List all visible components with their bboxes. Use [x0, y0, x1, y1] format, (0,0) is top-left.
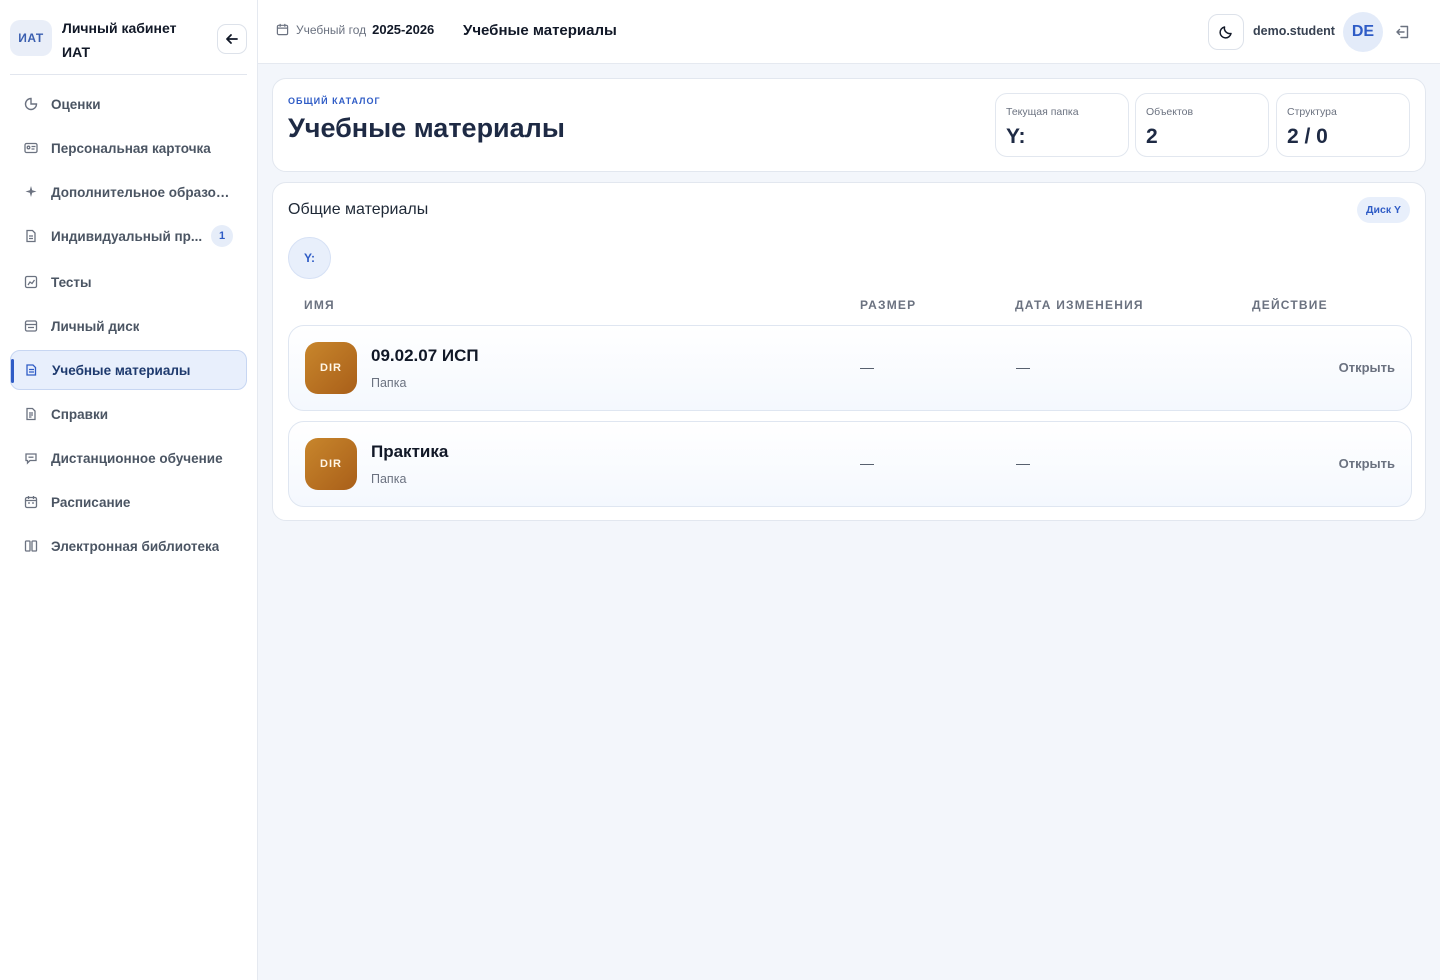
id-card-icon: [24, 141, 38, 155]
column-header-modified: Дата изменения: [1015, 298, 1144, 312]
chart-box-icon: [24, 275, 38, 289]
sidebar-item-tests[interactable]: Тесты: [10, 262, 247, 302]
brand: ИАТ Личный кабинет ИАТ: [10, 14, 247, 75]
logout-icon: [1396, 25, 1409, 39]
brand-logo: ИАТ: [10, 20, 52, 56]
sidebar-item-personal-drive[interactable]: Личный диск: [10, 306, 247, 346]
column-header-size: Размер: [860, 298, 917, 312]
column-header-action: Действие: [1252, 298, 1328, 312]
sidebar: ИАТ Личный кабинет ИАТ Оценки Персональн…: [0, 0, 258, 980]
top-bar: Учебный год 2025-2026 Учебные материалы …: [258, 0, 1440, 64]
folder-icon: DIR: [305, 342, 357, 394]
sidebar-item-certificates[interactable]: Справки: [10, 394, 247, 434]
stat-label: Объектов: [1146, 106, 1194, 118]
sidebar-item-label: Персональная карточка: [51, 140, 211, 156]
row-size: —: [860, 359, 874, 375]
page-title: Учебные материалы: [463, 22, 617, 39]
row-name: Практика: [371, 442, 449, 461]
open-button[interactable]: Открыть: [1339, 456, 1395, 471]
sidebar-item-individual-project[interactable]: Индивидуальный пр... 1: [10, 216, 247, 256]
stat-value: 2: [1146, 125, 1158, 148]
stat-objects: Объектов 2: [1135, 93, 1269, 157]
theme-toggle-button[interactable]: [1208, 14, 1244, 50]
sidebar-item-grades[interactable]: Оценки: [10, 84, 247, 124]
sidebar-item-label: Дополнительное образов...: [51, 184, 231, 200]
stat-label: Структура: [1287, 106, 1337, 118]
chat-icon: [24, 451, 38, 465]
row-name: 09.02.07 ИСП: [371, 346, 479, 365]
academic-year-value: 2025-2026: [372, 22, 435, 37]
logout-button[interactable]: [1395, 24, 1411, 40]
folder-doc-icon: [25, 363, 39, 377]
stat-current-folder: Текущая папка Y:: [995, 93, 1129, 157]
drive-icon: [24, 319, 38, 333]
username: demo.student: [1253, 24, 1335, 38]
file-icon: [24, 407, 38, 421]
breadcrumb-root[interactable]: Y:: [288, 237, 331, 279]
document-icon: [24, 229, 38, 243]
row-date: —: [1016, 359, 1030, 375]
catalog-eyebrow: ОБЩИЙ КАТАЛОГ: [288, 96, 381, 106]
folder-icon: DIR: [305, 438, 357, 490]
materials-card: Общие материалы Диск Y Y: Имя Размер Дат…: [272, 182, 1426, 521]
row-type: Папка: [371, 376, 407, 390]
calendar-icon: [276, 23, 289, 36]
calendar-icon: [24, 495, 38, 509]
sidebar-item-label: Электронная библиотека: [51, 538, 220, 554]
collapse-sidebar-button[interactable]: [217, 24, 247, 54]
open-button[interactable]: Открыть: [1339, 360, 1395, 375]
sidebar-item-label: Индивидуальный пр...: [51, 228, 203, 244]
sidebar-nav: Оценки Персональная карточка Дополнитель…: [10, 84, 247, 570]
stat-value: Y:: [1006, 125, 1026, 148]
catalog-header-card: ОБЩИЙ КАТАЛОГ Учебные материалы Текущая …: [272, 78, 1426, 172]
stat-value: 2 / 0: [1287, 125, 1328, 148]
sidebar-item-label: Тесты: [51, 274, 92, 290]
sidebar-item-label: Справки: [51, 406, 109, 422]
arrow-left-icon: [226, 34, 238, 44]
sidebar-item-label: Учебные материалы: [52, 362, 191, 378]
column-header-name: Имя: [304, 298, 335, 312]
book-icon: [24, 539, 38, 553]
sidebar-item-personal-card[interactable]: Персональная карточка: [10, 128, 247, 168]
sidebar-item-extra-education[interactable]: Дополнительное образов...: [10, 172, 247, 212]
sidebar-item-distance-learning[interactable]: Дистанционное обучение: [10, 438, 247, 478]
academic-year-label: Учебный год: [296, 22, 367, 37]
stat-structure: Структура 2 / 0: [1276, 93, 1410, 157]
stat-label: Текущая папка: [1006, 106, 1079, 118]
notification-badge: 1: [211, 225, 233, 247]
moon-icon: [1219, 26, 1232, 39]
row-size: —: [860, 455, 874, 471]
row-date: —: [1016, 455, 1030, 471]
sparkle-icon: [24, 185, 38, 199]
sidebar-item-label: Расписание: [51, 494, 131, 510]
pie-chart-icon: [24, 97, 38, 111]
sidebar-item-label: Оценки: [51, 96, 101, 112]
sidebar-item-schedule[interactable]: Расписание: [10, 482, 247, 522]
avatar[interactable]: DE: [1343, 12, 1383, 52]
materials-title: Общие материалы: [288, 201, 429, 218]
sidebar-item-study-materials[interactable]: Учебные материалы: [10, 350, 247, 390]
catalog-title: Учебные материалы: [288, 113, 565, 143]
sidebar-item-e-library[interactable]: Электронная библиотека: [10, 526, 247, 566]
disk-chip: Диск Y: [1357, 197, 1410, 223]
sidebar-item-label: Дистанционное обучение: [51, 450, 223, 466]
table-row[interactable]: DIR 09.02.07 ИСП Папка — — Открыть: [288, 325, 1412, 411]
table-row[interactable]: DIR Практика Папка — — Открыть: [288, 421, 1412, 507]
row-type: Папка: [371, 472, 407, 486]
brand-title: Личный кабинет ИАТ: [62, 20, 177, 60]
sidebar-item-label: Личный диск: [51, 318, 140, 334]
academic-year: Учебный год 2025-2026: [276, 22, 434, 37]
